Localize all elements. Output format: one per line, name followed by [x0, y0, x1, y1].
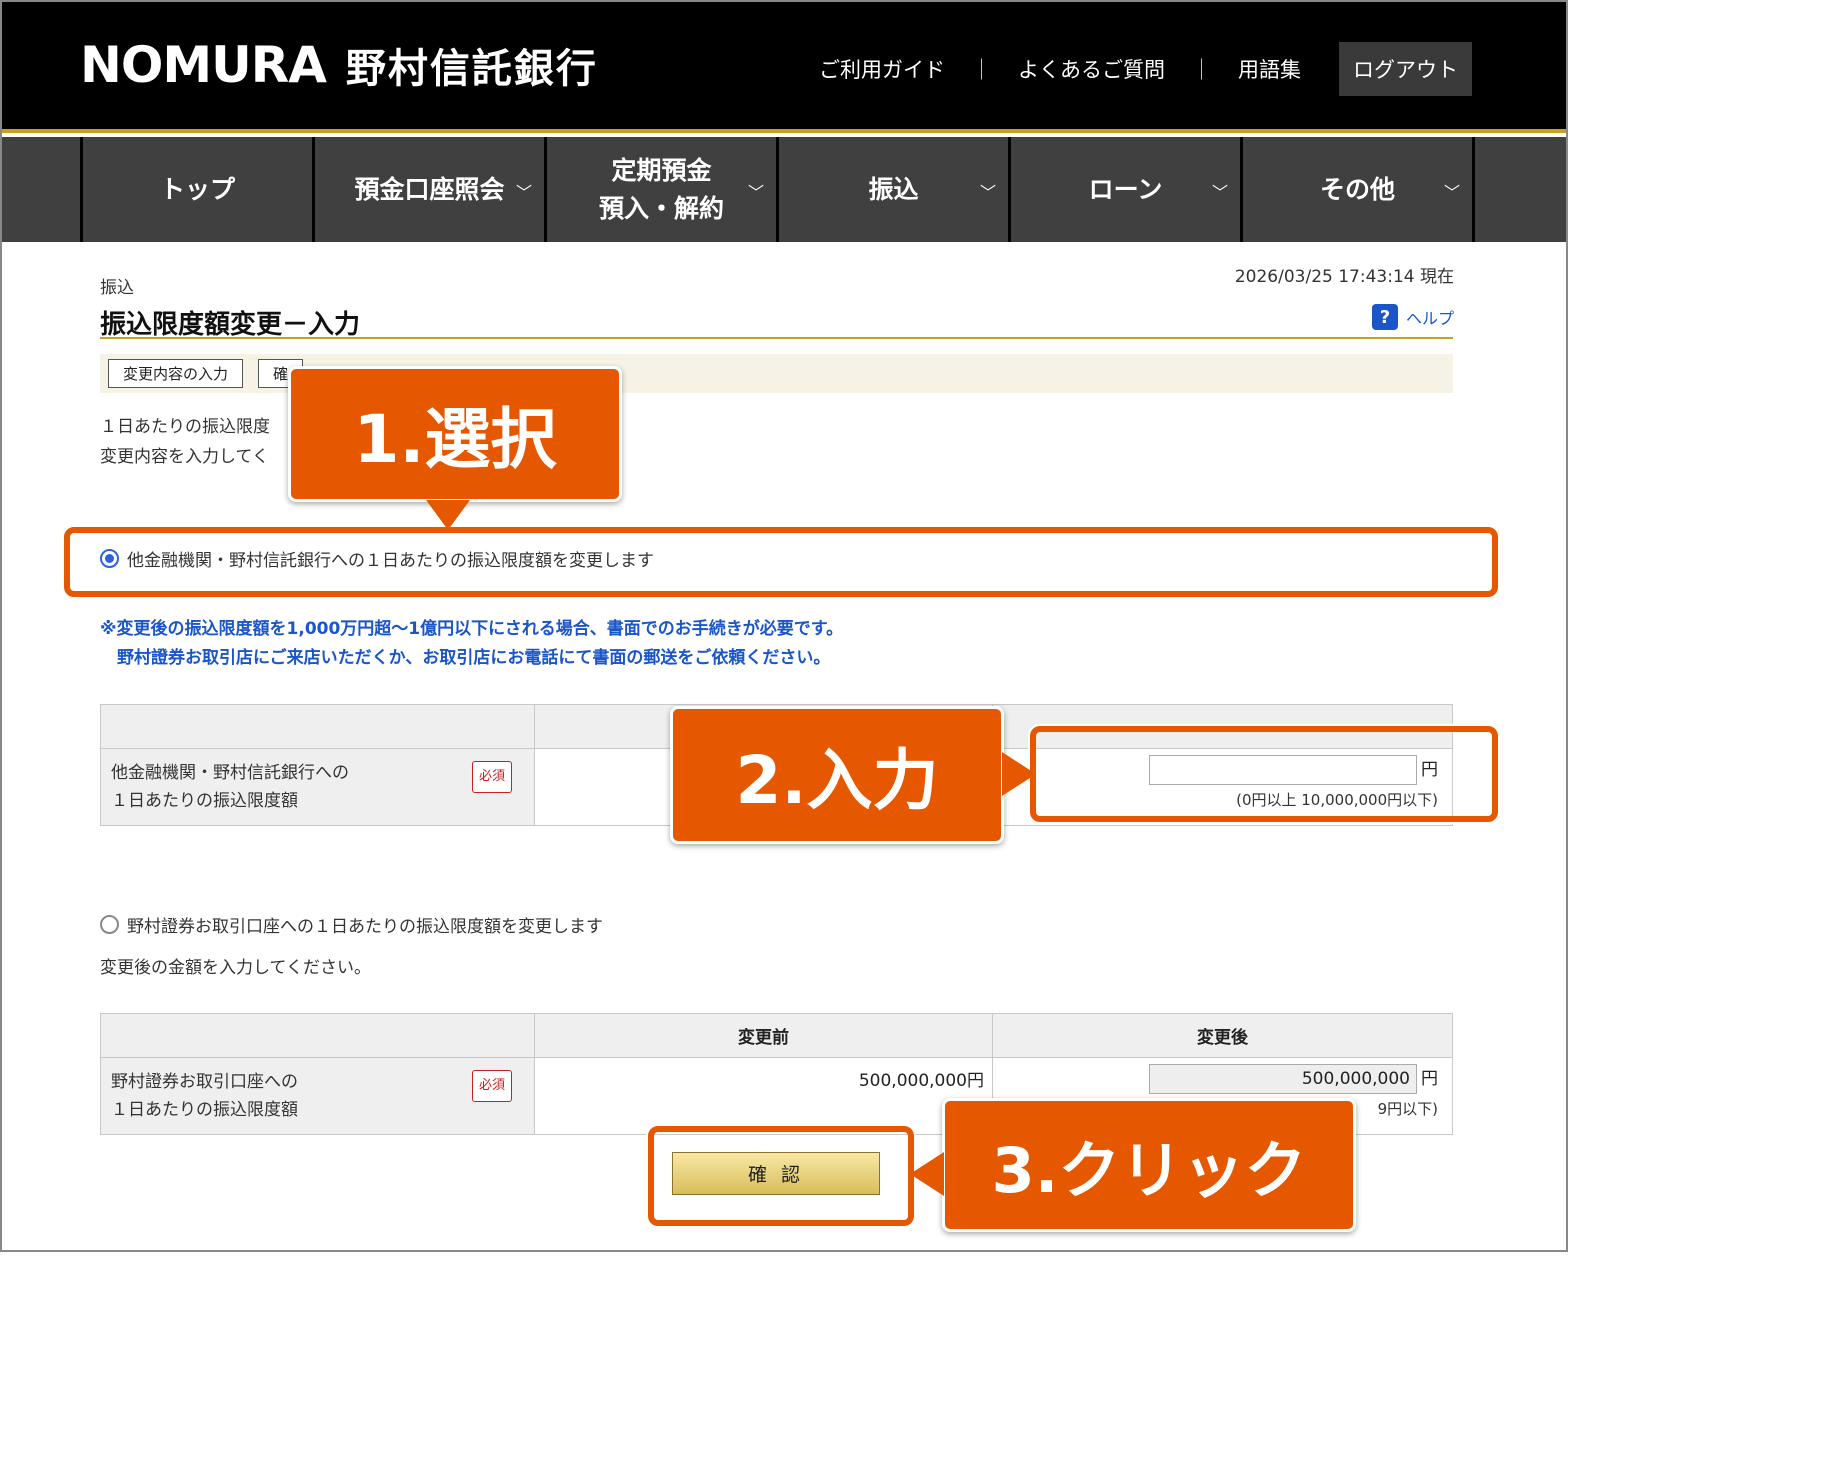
nav-time-deposit-sublabel: 預入・解約 [598, 193, 724, 223]
nav-time-deposit[interactable]: 定期預金 預入・解約 ﹀ [547, 137, 779, 242]
nav-account-inquiry-label: 預金口座照会 [354, 174, 505, 204]
row-label: 他金融機関・野村信託銀行への １日あたりの振込限度額 必須 [100, 748, 535, 826]
intro-text: １日あたりの振込限度 変更内容を入力してく [100, 412, 270, 472]
notice-text: ※変更後の振込限度額を1,000万円超～1億円以下にされる場合、書面でのお手続き… [100, 615, 843, 673]
guide-link[interactable]: ご利用ガイド [793, 54, 971, 84]
securities-limit-input[interactable]: 500,000,000 [1149, 1064, 1417, 1094]
intro-line-2: 変更内容を入力してく [100, 447, 269, 467]
logo-bank-name: 野村信託銀行 [345, 46, 598, 92]
highlight-option-1 [64, 527, 1498, 597]
nav-time-deposit-label: 定期預金 [611, 156, 712, 185]
logout-button[interactable]: ログアウト [1339, 42, 1472, 96]
main-nav: トップ 預金口座照会 ﹀ 定期預金 預入・解約 ﹀ 振込 ﹀ ローン ﹀ その他… [0, 137, 1568, 242]
link-separator: ｜ [1191, 58, 1212, 82]
help-link[interactable]: ? ヘルプ [1371, 304, 1454, 330]
step-input: 変更内容の入力 [108, 359, 244, 388]
nav-other[interactable]: その他 ﹀ [1243, 137, 1475, 242]
logo-wordmark: NOMURA [80, 36, 327, 94]
chevron-down-icon: ﹀ [1211, 183, 1228, 202]
option-nomura-securities-label: 野村證券お取引口座への１日あたりの振込限度額を変更します [127, 917, 603, 937]
chevron-down-icon: ﹀ [979, 183, 996, 202]
chevron-down-icon: ﹀ [747, 183, 764, 202]
help-label: ヘルプ [1405, 309, 1454, 328]
nav-top-label: トップ [159, 174, 235, 204]
callout-step-2: 2.入力 [670, 706, 1004, 844]
nav-loan[interactable]: ローン ﹀ [1011, 137, 1243, 242]
table-header-empty [100, 1013, 535, 1058]
before-value-cell: 500,000,000円 [534, 1057, 993, 1135]
row-label-line-1: 他金融機関・野村信託銀行への [111, 763, 349, 783]
callout-step-3: 3.クリック [942, 1098, 1356, 1232]
header-links: ご利用ガイド ｜ よくあるご質問 ｜ 用語集 ログアウト [793, 42, 1472, 96]
title-divider [100, 337, 1453, 339]
help-icon: ? [1371, 304, 1398, 330]
nav-other-label: その他 [1319, 174, 1395, 204]
callout-pointer [426, 500, 470, 530]
row-label-line-2: １日あたりの振込限度額 [111, 1100, 298, 1120]
notice-line-2: 野村證券お取引店にご来店いただくか、お取引店にお電話にて書面の郵送をご依頼くださ… [117, 648, 831, 668]
row-label-line-1: 野村證券お取引口座への [111, 1072, 298, 1092]
table-header-empty [100, 704, 535, 749]
required-badge: 必須 [471, 761, 512, 793]
callout-pointer [910, 1152, 944, 1196]
highlight-confirm-button [648, 1126, 914, 1226]
chevron-down-icon: ﹀ [1443, 183, 1460, 202]
table-header-after: 変更後 [992, 1013, 1453, 1058]
notice-line-1: ※変更後の振込限度額を1,000万円超～1億円以下にされる場合、書面でのお手続き… [100, 619, 844, 639]
highlight-input-field [1030, 726, 1498, 822]
nav-account-inquiry[interactable]: 預金口座照会 ﹀ [315, 137, 547, 242]
row-label-line-2: １日あたりの振込限度額 [111, 791, 298, 811]
nav-transfer[interactable]: 振込 ﹀ [779, 137, 1011, 242]
table-header-before: 変更前 [534, 1013, 993, 1058]
nav-loan-label: ローン [1088, 174, 1163, 204]
callout-pointer [1002, 752, 1036, 796]
site-header: NOMURA 野村信託銀行 ご利用ガイド ｜ よくあるご質問 ｜ 用語集 ログア… [0, 0, 1568, 133]
required-badge: 必須 [471, 1070, 512, 1102]
chevron-down-icon: ﹀ [515, 183, 532, 202]
glossary-link[interactable]: 用語集 [1212, 54, 1327, 84]
option-nomura-securities[interactable]: 野村證券お取引口座への１日あたりの振込限度額を変更します [100, 912, 603, 937]
row-label: 野村證券お取引口座への １日あたりの振込限度額 必須 [100, 1057, 535, 1135]
radio-nomura-securities[interactable] [100, 915, 119, 934]
nav-transfer-label: 振込 [868, 174, 919, 204]
intro-line-1: １日あたりの振込限度 [100, 417, 270, 437]
brand-logo[interactable]: NOMURA 野村信託銀行 [80, 36, 598, 94]
nav-top[interactable]: トップ [83, 137, 315, 242]
page-title: 振込限度額変更－入力 [100, 310, 361, 340]
faq-link[interactable]: よくあるご質問 [992, 54, 1191, 84]
link-separator: ｜ [971, 58, 992, 82]
yen-unit: 円 [1421, 1069, 1438, 1089]
clipped-text [100, 596, 900, 606]
current-timestamp: 2026/03/25 17:43:14 現在 [1234, 267, 1454, 287]
instruction-text: 変更後の金額を入力してください。 [100, 958, 371, 978]
breadcrumb: 振込 [100, 278, 134, 298]
callout-step-1: 1.選択 [288, 366, 622, 502]
